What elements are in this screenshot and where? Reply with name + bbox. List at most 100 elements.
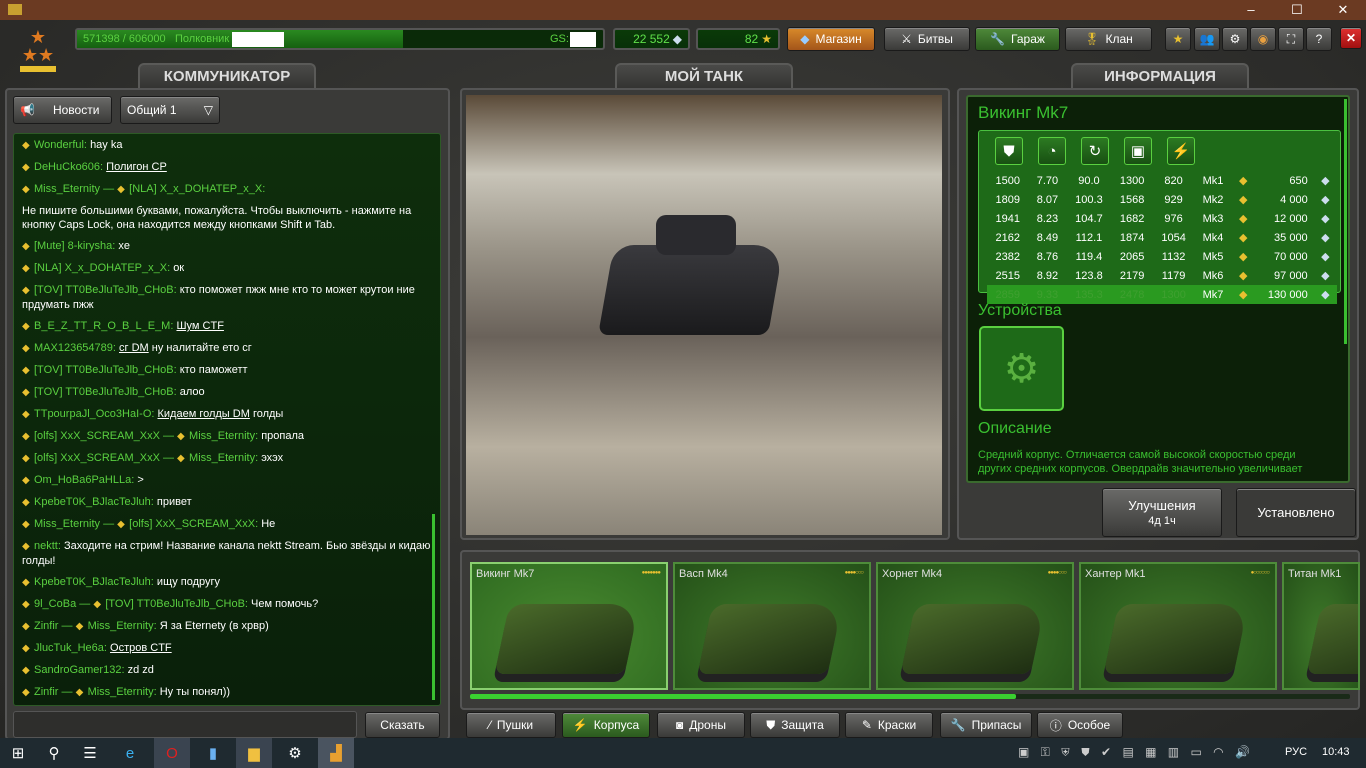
sender-name[interactable]: Zinfir — — [34, 620, 76, 632]
recipient-name[interactable]: [olfs] XxX_SCREAM_XxX: — [129, 518, 261, 530]
recipient-name[interactable]: Miss_Eternity: — [189, 430, 261, 442]
category-tab[interactable]: ✎ Краски — [845, 712, 933, 738]
start-button[interactable]: ⊞ — [0, 738, 36, 768]
friends-button[interactable]: 👥 — [1194, 27, 1220, 51]
exit-button[interactable]: ✕ — [1340, 27, 1362, 49]
window-close-button[interactable]: ✕ — [1320, 0, 1366, 20]
opera-button[interactable]: O — [154, 738, 190, 768]
chat-input[interactable] — [13, 711, 357, 738]
recipient-name[interactable]: Miss_Eternity: — [189, 452, 261, 464]
recipient-name[interactable]: [TOV] TT0BeJluTeJlb_CHoB: — [105, 598, 251, 610]
device-slot[interactable]: ⚙ — [979, 326, 1064, 411]
tray-icons[interactable]: ▣ ⚿ ⛨ ⛊ ✔ ▤ ▦ ▥ ▭ ◠ 🔊 — [1018, 745, 1254, 760]
news-button[interactable]: 📢 Новости — [13, 96, 112, 124]
language-indicator[interactable]: РУС — [1285, 746, 1307, 758]
sender-name[interactable]: KpebeT0K_BJlacTeJluh: — [34, 496, 157, 508]
ie-button[interactable]: e — [112, 738, 148, 768]
sender-name[interactable]: Om_HoBa6PaHLLa: — [34, 474, 137, 486]
battles-button[interactable]: ⚔ Битвы — [884, 27, 970, 51]
task-view-button[interactable]: ☰ — [72, 738, 108, 768]
minimize-button[interactable]: – — [1228, 0, 1274, 20]
stats-row[interactable]: 2382 8.76 119.4 2065 1132 Mk5 ◆ 70 000 ◆ — [987, 247, 1337, 266]
sender-name[interactable]: Zinfir — — [34, 686, 76, 698]
say-button[interactable]: Сказать — [365, 712, 440, 738]
stats-row[interactable]: 2162 8.49 112.1 1874 1054 Mk4 ◆ 35 000 ◆ — [987, 228, 1337, 247]
category-tab[interactable]: ⚡ Корпуса — [562, 712, 650, 738]
category-tab[interactable]: 🔧 Припасы — [940, 712, 1032, 738]
battle-link[interactable]: Остров CTF — [110, 642, 172, 654]
sender-name[interactable]: KpebeT0K_BJlacTeJluh: — [34, 576, 157, 588]
battle-link[interactable]: Полигон CP — [106, 161, 167, 173]
maximize-button[interactable]: ☐ — [1274, 0, 1320, 20]
channel-dropdown[interactable]: Общий 1 ▽ — [120, 96, 220, 124]
explorer-button[interactable]: ▆ — [236, 738, 272, 768]
sender-name[interactable]: JlucTuk_He6a: — [34, 642, 110, 654]
sender-name[interactable]: Wonderful: — [34, 139, 90, 151]
category-tab[interactable]: ⁄ Пушки — [466, 712, 556, 738]
settings-taskbar-button[interactable]: ⚙ — [277, 738, 313, 768]
star-icon: ★ — [1172, 32, 1184, 46]
message-text: голды — [252, 408, 284, 420]
sender-name[interactable]: [olfs] XxX_SCREAM_XxX — — [34, 452, 177, 464]
sender-name[interactable]: [NLA] X_x_DOHATEP_x_X: — [34, 262, 173, 274]
garage-item-card[interactable]: Титан Mk1 — [1282, 562, 1360, 690]
category-tab[interactable]: ⓘ Особое — [1037, 712, 1123, 738]
info-scrollbar[interactable] — [1344, 99, 1347, 344]
sender-name[interactable]: 9l_CoBa — — [34, 598, 93, 610]
garage-item-card[interactable]: Васп Mk4 ●●●●○○○ — [673, 562, 871, 690]
sender-name[interactable]: [TOV] TT0BeJluTeJlb_CHoB: — [34, 364, 180, 376]
sender-name[interactable]: [olfs] XxX_SCREAM_XxX — — [34, 430, 177, 442]
sender-name[interactable]: MAX123654789: — [34, 342, 119, 354]
battle-link[interactable]: сг DM — [119, 342, 149, 354]
rank-required-icon: ◆ — [1238, 251, 1248, 263]
sender-name[interactable]: TTpourpaJl_Oco3HaI-O: — [34, 408, 158, 420]
items-scrollbar-thumb[interactable] — [470, 694, 1016, 699]
sender-name[interactable]: DeHuCko606: — [34, 161, 106, 173]
category-tab[interactable]: ⛊ Защита — [750, 712, 840, 738]
chat-message: ◆ MAX123654789: сг DM ну налитайте ето сг — [22, 341, 432, 356]
garage-button[interactable]: 🔧 Гараж — [975, 27, 1060, 51]
calculator-button[interactable]: ▮ — [195, 738, 231, 768]
sender-name[interactable]: [TOV] TT0BeJluTeJlb_CHoB: — [34, 284, 180, 296]
garage-3d-view[interactable] — [466, 95, 942, 535]
recipient-name[interactable]: [NLA] X_x_DOHATEP_x_X: — [129, 183, 265, 195]
fullscreen-button[interactable]: ⛶ — [1278, 27, 1304, 51]
tanki-taskbar-button[interactable]: ▟ — [318, 738, 354, 768]
battle-link[interactable]: Кидаем голды DM — [158, 408, 250, 420]
sender-name[interactable]: nektt: — [34, 540, 64, 552]
sender-name[interactable]: Miss_Eternity — — [34, 183, 117, 195]
sound-button[interactable]: ◉ — [1250, 27, 1276, 51]
fullscreen-icon: ⛶ — [1286, 31, 1296, 46]
garage-item-card[interactable]: Викинг Mk7 ●●●●●●● — [470, 562, 668, 690]
garage-item-card[interactable]: Хантер Mk1 ●○○○○○○ — [1079, 562, 1277, 690]
clock[interactable]: 10:43 — [1322, 746, 1350, 758]
special-icon: ⓘ — [1049, 718, 1062, 733]
settings-button[interactable]: ⚙ — [1222, 27, 1248, 51]
stats-row[interactable]: 1941 8.23 104.7 1682 976 Mk3 ◆ 12 000 ◆ — [987, 209, 1337, 228]
garage-item-card[interactable]: Хорнет Mk4 ●●●●○○○ — [876, 562, 1074, 690]
sender-name[interactable]: [TOV] TT0BeJluTeJlb_CHoB: — [34, 386, 180, 398]
shop-button[interactable]: ◆ Магазин — [787, 27, 875, 51]
upgrade-button[interactable]: Улучшения 4д 1ч — [1102, 488, 1222, 537]
achievements-button[interactable]: ★ — [1165, 27, 1191, 51]
rank-icon: ★ ★★ — [16, 28, 60, 78]
sender-name[interactable]: [Mute] 8-kirysha: — [34, 240, 118, 252]
stat-value: 1132 — [1161, 250, 1186, 263]
sender-name[interactable]: SandroGamer132: — [34, 664, 128, 676]
stats-row[interactable]: 2515 8.92 123.8 2179 1179 Mk6 ◆ 97 000 ◆ — [987, 266, 1337, 285]
sender-name[interactable]: B_E_Z_TT_R_O_B_L_E_M: — [34, 320, 176, 332]
chat-scrollbar[interactable] — [432, 514, 435, 700]
info-content: Викинг Mk7 ⛊ ◔ ↻ ▣ ⚡ 1500 7.70 90.0 1300 820 Mk1 ◆… — [966, 95, 1350, 483]
items-scrollbar[interactable] — [470, 694, 1350, 699]
sender-name[interactable]: Miss_Eternity — — [34, 518, 117, 530]
battle-link[interactable]: Шум CTF — [176, 320, 223, 332]
stat-value: 2065 — [1119, 250, 1145, 263]
search-button[interactable]: ⚲ — [36, 738, 72, 768]
recipient-name[interactable]: Miss_Eternity: — [88, 620, 160, 632]
stats-row[interactable]: 1809 8.07 100.3 1568 929 Mk2 ◆ 4 000 ◆ — [987, 190, 1337, 209]
category-tab[interactable]: ◙ Дроны — [657, 712, 745, 738]
clan-button[interactable]: 🎖 Клан — [1065, 27, 1152, 51]
help-button[interactable]: ? — [1306, 27, 1332, 51]
recipient-name[interactable]: Miss_Eternity: — [88, 686, 160, 698]
stats-row[interactable]: 1500 7.70 90.0 1300 820 Mk1 ◆ 650 ◆ — [987, 171, 1337, 190]
